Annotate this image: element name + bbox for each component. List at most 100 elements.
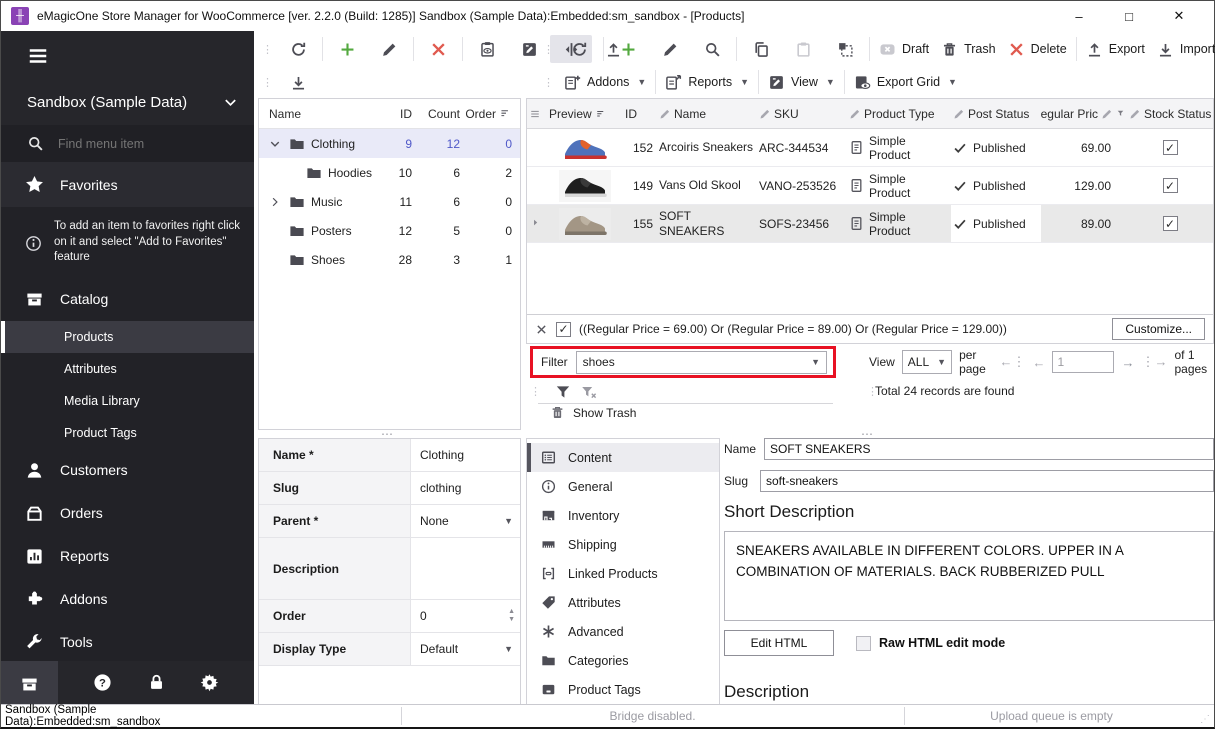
col-regular-pric[interactable]: Regular Pric <box>1041 107 1127 121</box>
drag-handle[interactable]: ⋮ <box>543 76 554 89</box>
toolbar-add-button[interactable] <box>607 35 649 63</box>
sidebar-item-media-library[interactable]: Media Library <box>1 385 254 417</box>
spinner-control[interactable]: ▲ ▼ <box>508 608 515 623</box>
col-preview[interactable]: Preview <box>547 107 623 121</box>
tab-attributes[interactable]: Attributes <box>527 588 719 617</box>
col-product-type[interactable]: Product Type <box>847 107 951 121</box>
category-tree-row[interactable]: Clothing 9 12 0 <box>259 129 520 158</box>
toolbar-reports-button[interactable]: Reports ▼ <box>659 68 755 96</box>
drag-handle[interactable]: ⋮ <box>543 43 554 56</box>
sidebar-item-products[interactable]: Products <box>1 320 254 353</box>
toolbar-trash-button[interactable]: Trash <box>935 35 1002 63</box>
filter-enabled-checkbox[interactable]: ✓ <box>556 321 571 337</box>
col-sku[interactable]: SKU <box>757 107 847 121</box>
toolbar-export-grid-button[interactable]: Export Grid ▼ <box>848 68 963 96</box>
form-value-field[interactable] <box>411 538 520 599</box>
bottom-settings-button[interactable] <box>200 673 219 695</box>
form-value-field[interactable]: clothing <box>411 472 520 504</box>
hamburger-menu-icon[interactable] <box>27 45 49 67</box>
tab-linked-products[interactable]: Linked Products <box>527 559 719 588</box>
bottom-help-button[interactable]: ? <box>93 673 112 695</box>
toolbar-import-button[interactable]: Import <box>1151 35 1215 63</box>
prev-page-button[interactable]: ← <box>1032 355 1045 370</box>
menu-search-input[interactable] <box>56 135 230 152</box>
col-name[interactable]: Name <box>657 107 757 121</box>
category-tree-row[interactable]: Shoes 28 3 1 <box>259 245 520 274</box>
minimize-button[interactable]: – <box>1054 2 1104 30</box>
category-tree-row[interactable]: Music 11 6 0 <box>259 187 520 216</box>
col-post-status[interactable]: Post Status <box>951 107 1041 121</box>
toolbar-edit-button[interactable] <box>649 35 691 63</box>
customize-button[interactable]: Customize... <box>1112 318 1205 340</box>
tab-inventory[interactable]: Inventory <box>527 501 719 530</box>
tab-shipping[interactable]: Shipping <box>527 530 719 559</box>
drag-handle[interactable]: ⋮ <box>530 385 541 398</box>
short-description-editor[interactable]: SNEAKERS AVAILABLE IN DIFFERENT COLORS. … <box>724 531 1214 621</box>
next-page-button[interactable]: → <box>1121 355 1134 370</box>
tab-content[interactable]: Content <box>527 443 719 472</box>
toolbar-copy-button[interactable] <box>740 35 782 63</box>
col-id[interactable]: ID <box>623 107 657 121</box>
edit-html-button[interactable]: Edit HTML <box>724 630 834 656</box>
toolbar-select-special-button[interactable] <box>824 35 866 63</box>
drag-handle[interactable]: ⋮ <box>262 43 273 56</box>
sidebar-item-reports[interactable]: Reports <box>1 535 254 578</box>
product-row[interactable]: 152 Arcoiris Sneakers ARC-344534 Simple Pro… <box>527 129 1213 167</box>
filter-dropdown[interactable]: shoes ▼ <box>575 350 827 374</box>
bottom-tab-store[interactable] <box>1 661 58 707</box>
toolbar-addons-button[interactable]: Addons ▼ <box>558 68 652 96</box>
stock-status-checkbox[interactable]: ✓ <box>1162 216 1178 231</box>
tab-general[interactable]: General <box>527 472 719 501</box>
toolbar-download-button[interactable] <box>277 68 319 96</box>
clear-filter-funnel-icon[interactable] <box>581 384 597 400</box>
toolbar-export-button[interactable]: Export <box>1080 35 1151 63</box>
sidebar-item-attributes[interactable]: Attributes <box>1 353 254 385</box>
toolbar-refresh-button[interactable] <box>558 35 600 63</box>
apply-filter-icon[interactable] <box>555 384 571 400</box>
page-number-input[interactable] <box>1052 351 1115 373</box>
sidebar-item-orders[interactable]: Orders <box>1 492 254 535</box>
product-row[interactable]: 155 SOFT SNEAKERS SOFS-23456 Simple Product… <box>527 205 1213 243</box>
category-tree-row[interactable]: Hoodies 10 6 2 <box>259 158 520 187</box>
chevron-down-icon[interactable] <box>269 138 283 150</box>
tab-categories[interactable]: Categories <box>527 646 719 675</box>
col-stock-status[interactable]: Stock Status <box>1127 107 1213 121</box>
form-value-field[interactable]: Clothing <box>411 439 520 471</box>
form-value-field[interactable]: None ▼ <box>411 505 520 537</box>
toolbar-add-button[interactable] <box>326 35 368 63</box>
clear-filter-icon[interactable] <box>535 323 548 336</box>
toolbar-refresh-button[interactable] <box>277 35 319 63</box>
sidebar-item-tools[interactable]: Tools <box>1 621 254 664</box>
col-name[interactable]: Name <box>269 107 372 121</box>
col-order[interactable]: Order <box>460 107 512 121</box>
sidebar-item-catalog[interactable]: Catalog <box>1 278 254 321</box>
bottom-lock-button[interactable] <box>147 673 166 695</box>
first-page-button[interactable]: ←⋮ <box>999 354 1025 370</box>
col-count[interactable]: Count <box>412 107 460 121</box>
close-button[interactable]: ✕ <box>1154 2 1204 30</box>
toolbar-delete-x-button[interactable] <box>417 35 459 63</box>
toolbar-delete-button[interactable]: Delete <box>1002 35 1073 63</box>
toolbar-edit-button[interactable] <box>368 35 410 63</box>
resize-grip[interactable]: ⋰ <box>1200 714 1211 725</box>
show-trash[interactable]: Show Trash <box>550 405 636 420</box>
toolbar-draft-button[interactable]: Draft <box>873 35 935 63</box>
store-selector[interactable]: Sandbox (Sample Data) <box>1 80 254 125</box>
form-value-field[interactable]: Default ▼ <box>411 633 520 665</box>
tab-advanced[interactable]: Advanced <box>527 617 719 646</box>
tab-product-tags[interactable]: Product Tags <box>527 675 719 704</box>
chevron-right-icon[interactable] <box>269 196 283 208</box>
drag-handle[interactable]: ⋮ <box>262 76 273 89</box>
category-tree-row[interactable]: Posters 12 5 0 <box>259 216 520 245</box>
stock-status-checkbox[interactable]: ✓ <box>1162 178 1178 193</box>
form-value-field[interactable]: 0 ▲ ▼ <box>411 600 520 632</box>
sidebar-item-customers[interactable]: Customers <box>1 449 254 492</box>
sidebar-item-addons[interactable]: Addons <box>1 578 254 621</box>
product-slug-input[interactable] <box>760 470 1214 492</box>
product-name-input[interactable] <box>764 438 1214 460</box>
stock-status-checkbox[interactable]: ✓ <box>1162 140 1178 155</box>
toolbar-search-button[interactable] <box>691 35 733 63</box>
toolbar-paste-button[interactable] <box>782 35 824 63</box>
col-id[interactable]: ID <box>372 107 412 121</box>
sidebar-item-product-tags[interactable]: Product Tags <box>1 417 254 449</box>
